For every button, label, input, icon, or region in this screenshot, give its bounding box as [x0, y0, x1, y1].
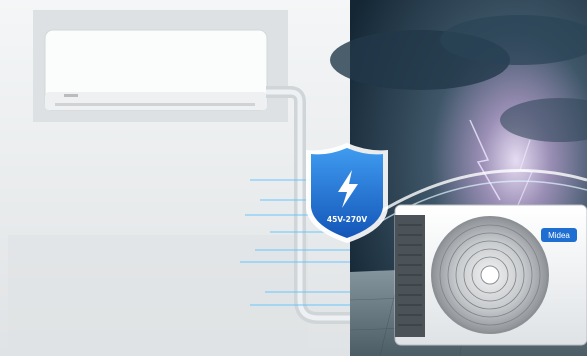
product-image: Midea 45V-270V	[0, 0, 587, 356]
outdoor-unit: Midea	[394, 204, 587, 346]
voltage-shield-badge: 45V-270V	[306, 143, 388, 243]
indoor-unit	[44, 29, 268, 111]
brand-label: Midea	[548, 231, 570, 240]
scene-illustration: Midea 45V-270V	[0, 0, 587, 356]
voltage-range-label: 45V-270V	[327, 215, 367, 224]
